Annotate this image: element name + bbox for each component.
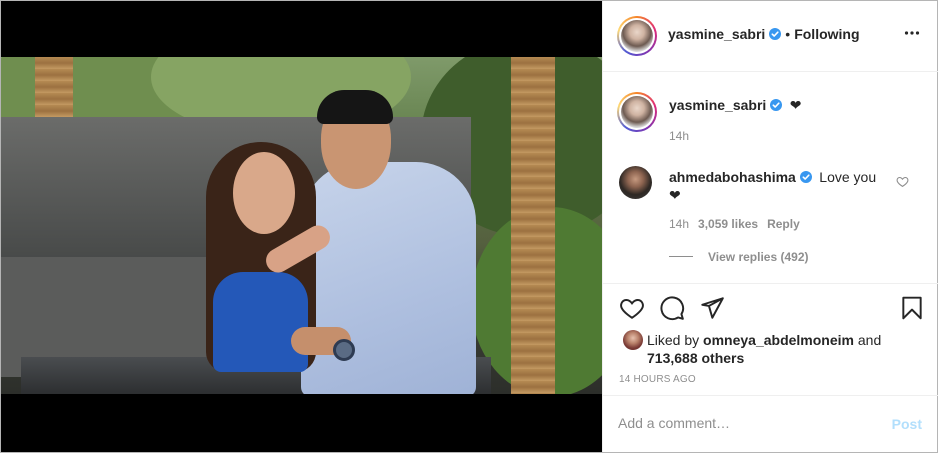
palm-trunk	[511, 57, 555, 394]
caption-username[interactable]: yasmine_sabri	[669, 97, 766, 113]
photo-woman-dress	[213, 272, 308, 372]
photo-man-hair	[317, 90, 393, 124]
verified-badge-icon	[770, 99, 783, 111]
comment-icon[interactable]	[659, 295, 685, 321]
photo-woman-face	[233, 152, 295, 234]
comment: ahmedabohashima Love you ❤	[669, 169, 894, 205]
post-button[interactable]: Post	[892, 416, 922, 432]
likes-count[interactable]: 713,688 others	[647, 350, 744, 366]
bookmark-icon[interactable]	[899, 295, 925, 321]
actions-divider	[603, 283, 938, 284]
post-timestamp: 14 HOURS AGO	[619, 374, 696, 385]
author-avatar[interactable]	[617, 16, 657, 56]
commenter-username[interactable]: ahmedabohashima	[669, 169, 796, 185]
more-dots-icon[interactable]	[904, 25, 920, 41]
liker-avatar[interactable]	[623, 330, 643, 350]
comment-text: Love you	[819, 169, 877, 185]
small-heart-icon[interactable]	[896, 175, 909, 188]
comment-time: 14h	[669, 217, 690, 231]
caption-time: 14h	[669, 129, 690, 143]
heart-icon[interactable]	[619, 295, 645, 321]
share-icon[interactable]	[699, 295, 725, 321]
photo-watch	[333, 339, 355, 361]
reply-button[interactable]: Reply	[767, 217, 800, 231]
liked-by: Liked by omneya_abdelmoneim and 713,688 …	[647, 331, 927, 367]
liked-by-prefix: Liked by	[647, 332, 704, 348]
header-username[interactable]: yasmine_sabri	[668, 26, 765, 42]
comment-likes[interactable]: 3,059 likes	[698, 217, 758, 231]
add-comment-bar: Post	[603, 395, 938, 452]
comment-heart: ❤	[669, 187, 681, 203]
caption-text: ❤	[789, 97, 802, 113]
caption-avatar[interactable]	[617, 92, 657, 132]
liked-by-user[interactable]: omneya_abdelmoneim	[703, 332, 854, 348]
commenter-avatar[interactable]	[619, 166, 652, 199]
post-sidebar: yasmine_sabri • Following yasmine_sabri ❤ …	[602, 1, 938, 452]
post-header: yasmine_sabri • Following	[603, 1, 938, 72]
add-comment-input[interactable]	[618, 415, 868, 431]
caption: yasmine_sabri ❤	[669, 97, 801, 115]
verified-badge-icon	[799, 171, 812, 183]
replies-divider	[669, 256, 693, 257]
view-replies-button[interactable]: View replies (492)	[708, 250, 809, 264]
post-photo[interactable]	[1, 57, 602, 394]
comment-meta: 14h 3,059 likes Reply	[669, 217, 809, 231]
verified-badge-icon	[769, 28, 782, 40]
header-identity: yasmine_sabri • Following	[668, 26, 860, 44]
liked-by-middle: and	[853, 332, 882, 348]
photo-man-shirt	[301, 162, 476, 394]
post-media[interactable]	[1, 1, 602, 452]
header-separator: •	[785, 26, 791, 42]
following-button[interactable]: Following	[794, 26, 859, 42]
